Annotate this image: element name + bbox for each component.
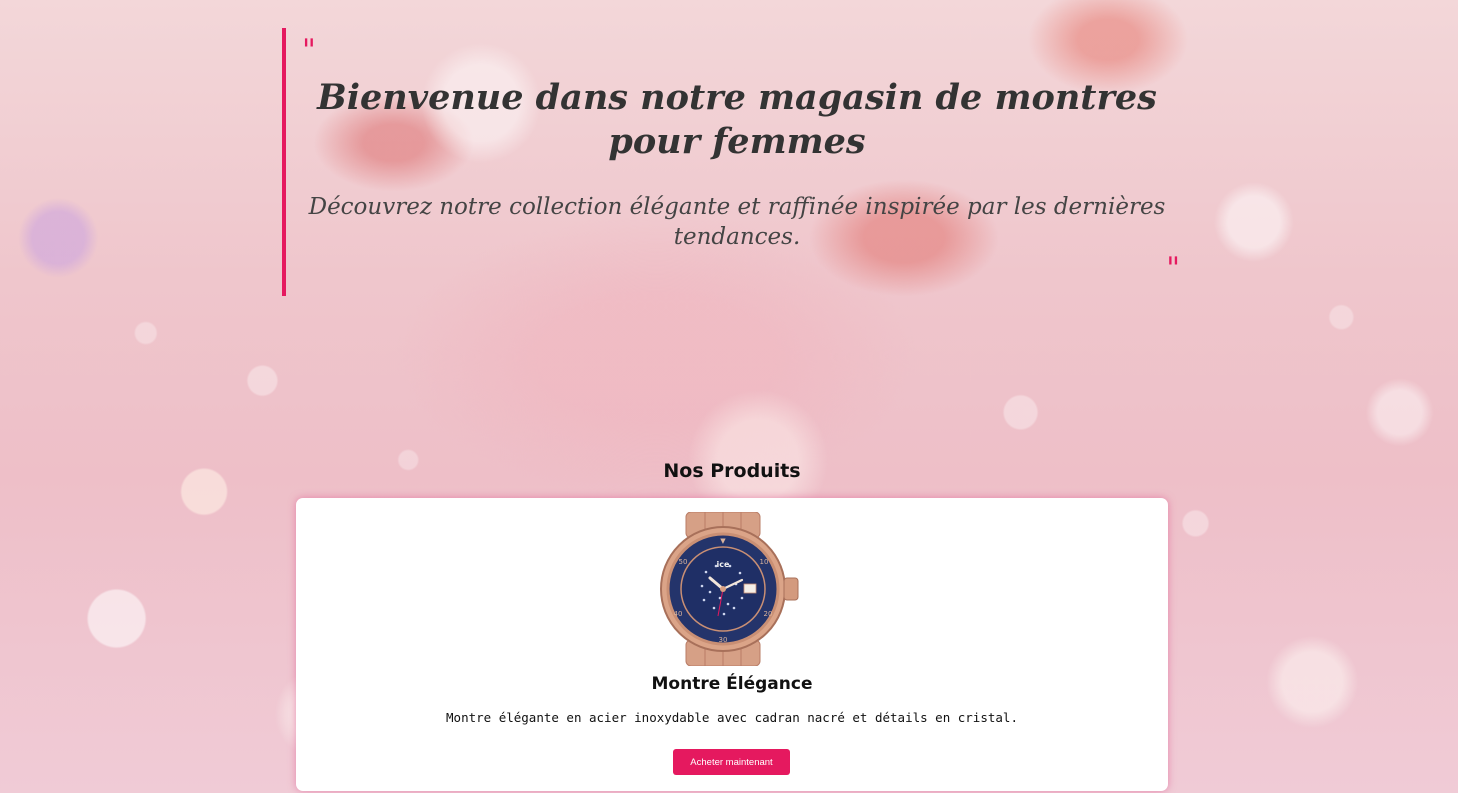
hero-subtitle: Découvrez notre collection élégante et r… xyxy=(308,194,1166,250)
product-card: ▼ 50 10 40 20 30 ice Montre Élégance Mon… xyxy=(296,498,1168,791)
open-quote-icon: " xyxy=(302,33,316,68)
watch-brand-text: ice xyxy=(717,560,730,569)
product-name: Montre Élégance xyxy=(651,674,813,694)
product-image[interactable]: ▼ 50 10 40 20 30 ice xyxy=(658,511,804,667)
product-description: Montre élégante en acier inoxydable avec… xyxy=(446,710,1018,725)
buy-now-button[interactable]: Acheter maintenant xyxy=(673,749,790,775)
hero-quote-block: " Bienvenue dans notre magasin de montre… xyxy=(282,28,1182,296)
close-quote-icon: " xyxy=(1166,251,1180,286)
svg-text:10: 10 xyxy=(760,558,769,566)
svg-text:50: 50 xyxy=(679,558,688,566)
svg-text:20: 20 xyxy=(764,610,773,618)
products-heading: Nos Produits xyxy=(663,460,801,482)
hero-title: Bienvenue dans notre magasin de montres … xyxy=(317,77,1157,162)
svg-text:▼: ▼ xyxy=(720,537,726,545)
svg-text:30: 30 xyxy=(719,636,728,644)
svg-text:40: 40 xyxy=(674,610,683,618)
wrist-watch-icon: ▼ 50 10 40 20 30 ice xyxy=(660,511,799,667)
